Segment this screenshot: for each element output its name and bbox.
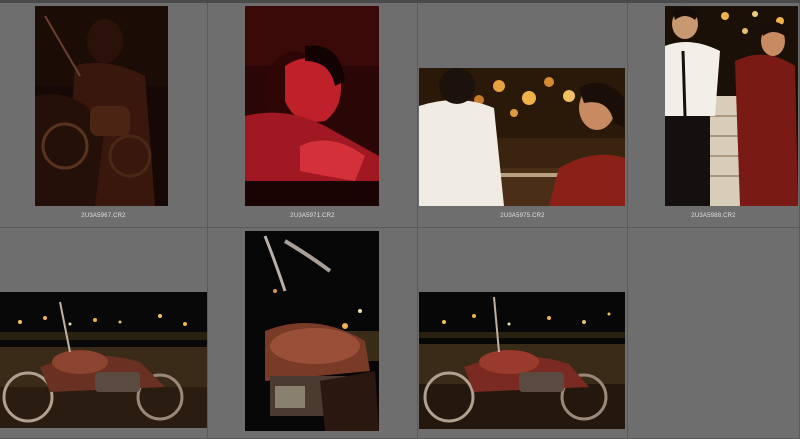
photo-motorcycle-city-night[interactable]	[419, 292, 625, 429]
thumbnail-cell[interactable]: 2U3A5988.CR2	[628, 3, 800, 228]
thumbnail-cell[interactable]: 2U3A5975.CR2	[418, 3, 628, 228]
thumbnail-cell[interactable]: 2U3A5971.CR2	[208, 3, 418, 228]
thumbnail-cell[interactable]	[208, 228, 418, 439]
thumbnail-cell-empty	[628, 228, 800, 439]
thumbnail-grid: 2U3A5967.CR2 2U3A5971.CR2 2U3A5975.CR2 2…	[0, 3, 800, 439]
photo-woman-red-light-portrait[interactable]	[245, 6, 379, 206]
thumbnail-filename: 2U3A5971.CR2	[290, 213, 335, 219]
thumbnail-cell[interactable]	[418, 228, 628, 439]
thumbnail-filename: 2U3A5988.CR2	[691, 213, 736, 219]
photo-couple-motorcycle-dark[interactable]	[35, 6, 168, 206]
photo-motorcycle-handlebar-night[interactable]	[245, 231, 379, 431]
thumbnail-cell[interactable]	[0, 228, 208, 439]
thumbnail-cell[interactable]: 2U3A5967.CR2	[0, 3, 208, 228]
thumbnail-filename: 2U3A5975.CR2	[500, 213, 545, 219]
thumbnail-filename: 2U3A5967.CR2	[81, 213, 126, 219]
photo-motorcycle-city-lights[interactable]	[0, 292, 207, 428]
photo-couple-standing-railing[interactable]	[665, 6, 798, 206]
photo-couple-bokeh-railing[interactable]	[419, 68, 625, 206]
